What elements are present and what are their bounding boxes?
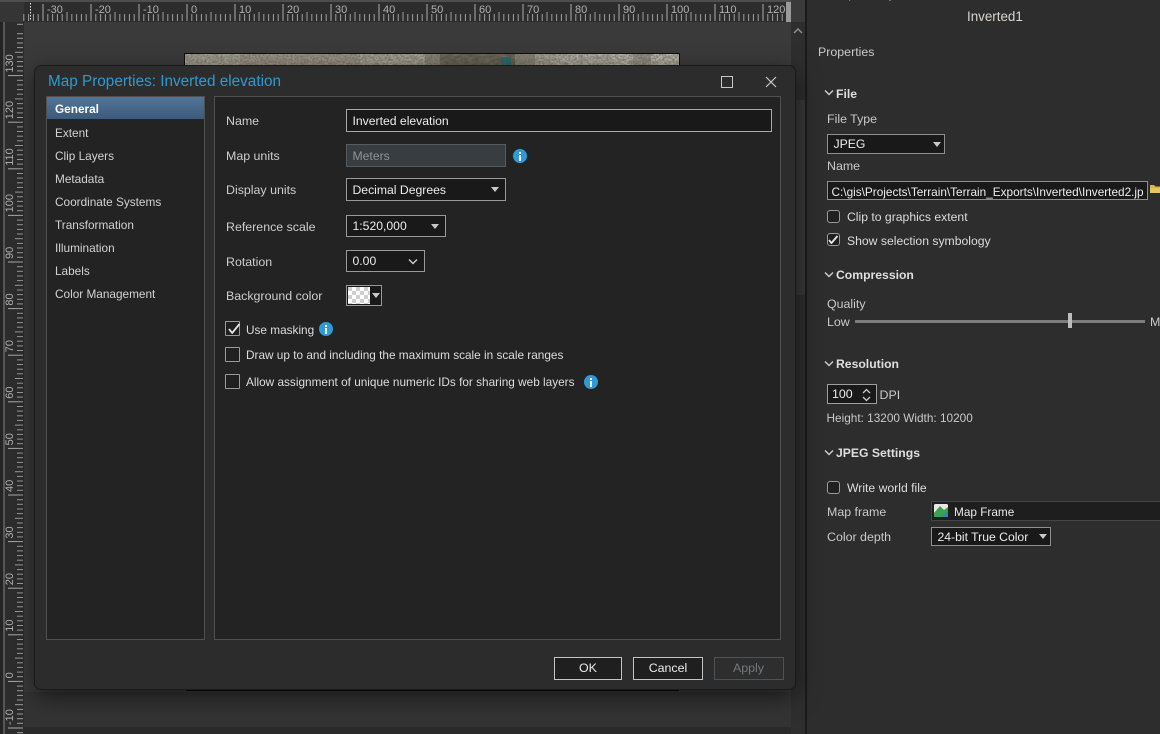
svg-text:-30: -30 [47, 4, 63, 16]
svg-text:-10: -10 [143, 4, 159, 16]
svg-text:100: 100 [4, 194, 16, 212]
svg-text:40: 40 [4, 480, 16, 492]
svg-text:0: 0 [4, 672, 16, 678]
svg-text:-10: -10 [4, 709, 16, 725]
svg-text:-20: -20 [95, 4, 111, 16]
svg-text:90: 90 [4, 247, 16, 259]
svg-text:130: 130 [4, 54, 16, 72]
svg-text:20: 20 [4, 573, 16, 585]
svg-text:120: 120 [4, 101, 16, 119]
svg-text:30: 30 [4, 526, 16, 538]
svg-text:70: 70 [4, 340, 16, 352]
svg-text:80: 80 [4, 293, 16, 305]
svg-text:60: 60 [4, 387, 16, 399]
svg-text:50: 50 [4, 433, 16, 445]
svg-text:110: 110 [4, 148, 16, 166]
svg-text:10: 10 [4, 620, 16, 632]
